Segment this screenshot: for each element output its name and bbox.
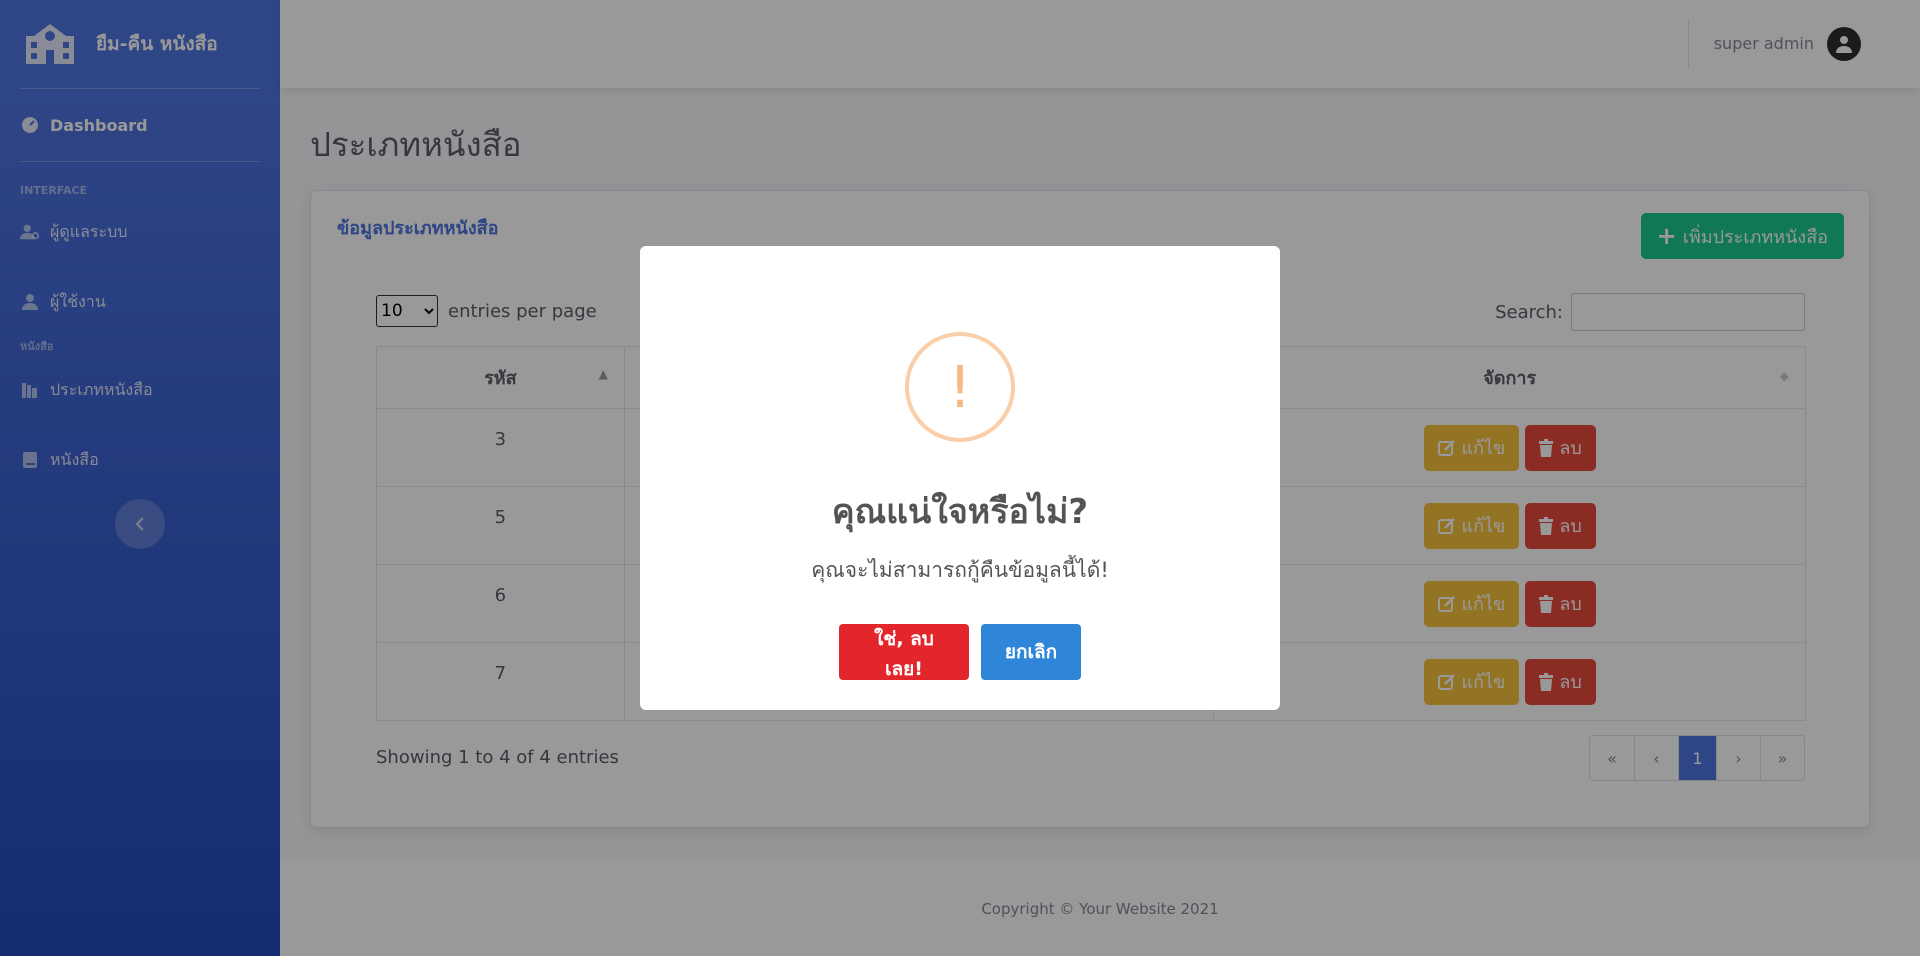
warning-icon: ! [905,332,1015,442]
dialog-text: คุณจะไม่สามารถกู้คืนข้อมูลนี้ได้! [811,558,1109,582]
cancel-button[interactable]: ยกเลิก [981,624,1081,680]
dialog-title: คุณแน่ใจหรือไม่? [831,492,1089,532]
confirm-dialog: ! คุณแน่ใจหรือไม่? คุณจะไม่สามารถกู้คืนข… [640,246,1280,710]
confirm-delete-button[interactable]: ใช่, ลบเลย! [839,624,969,680]
dialog-actions: ใช่, ลบเลย! ยกเลิก [640,624,1280,680]
